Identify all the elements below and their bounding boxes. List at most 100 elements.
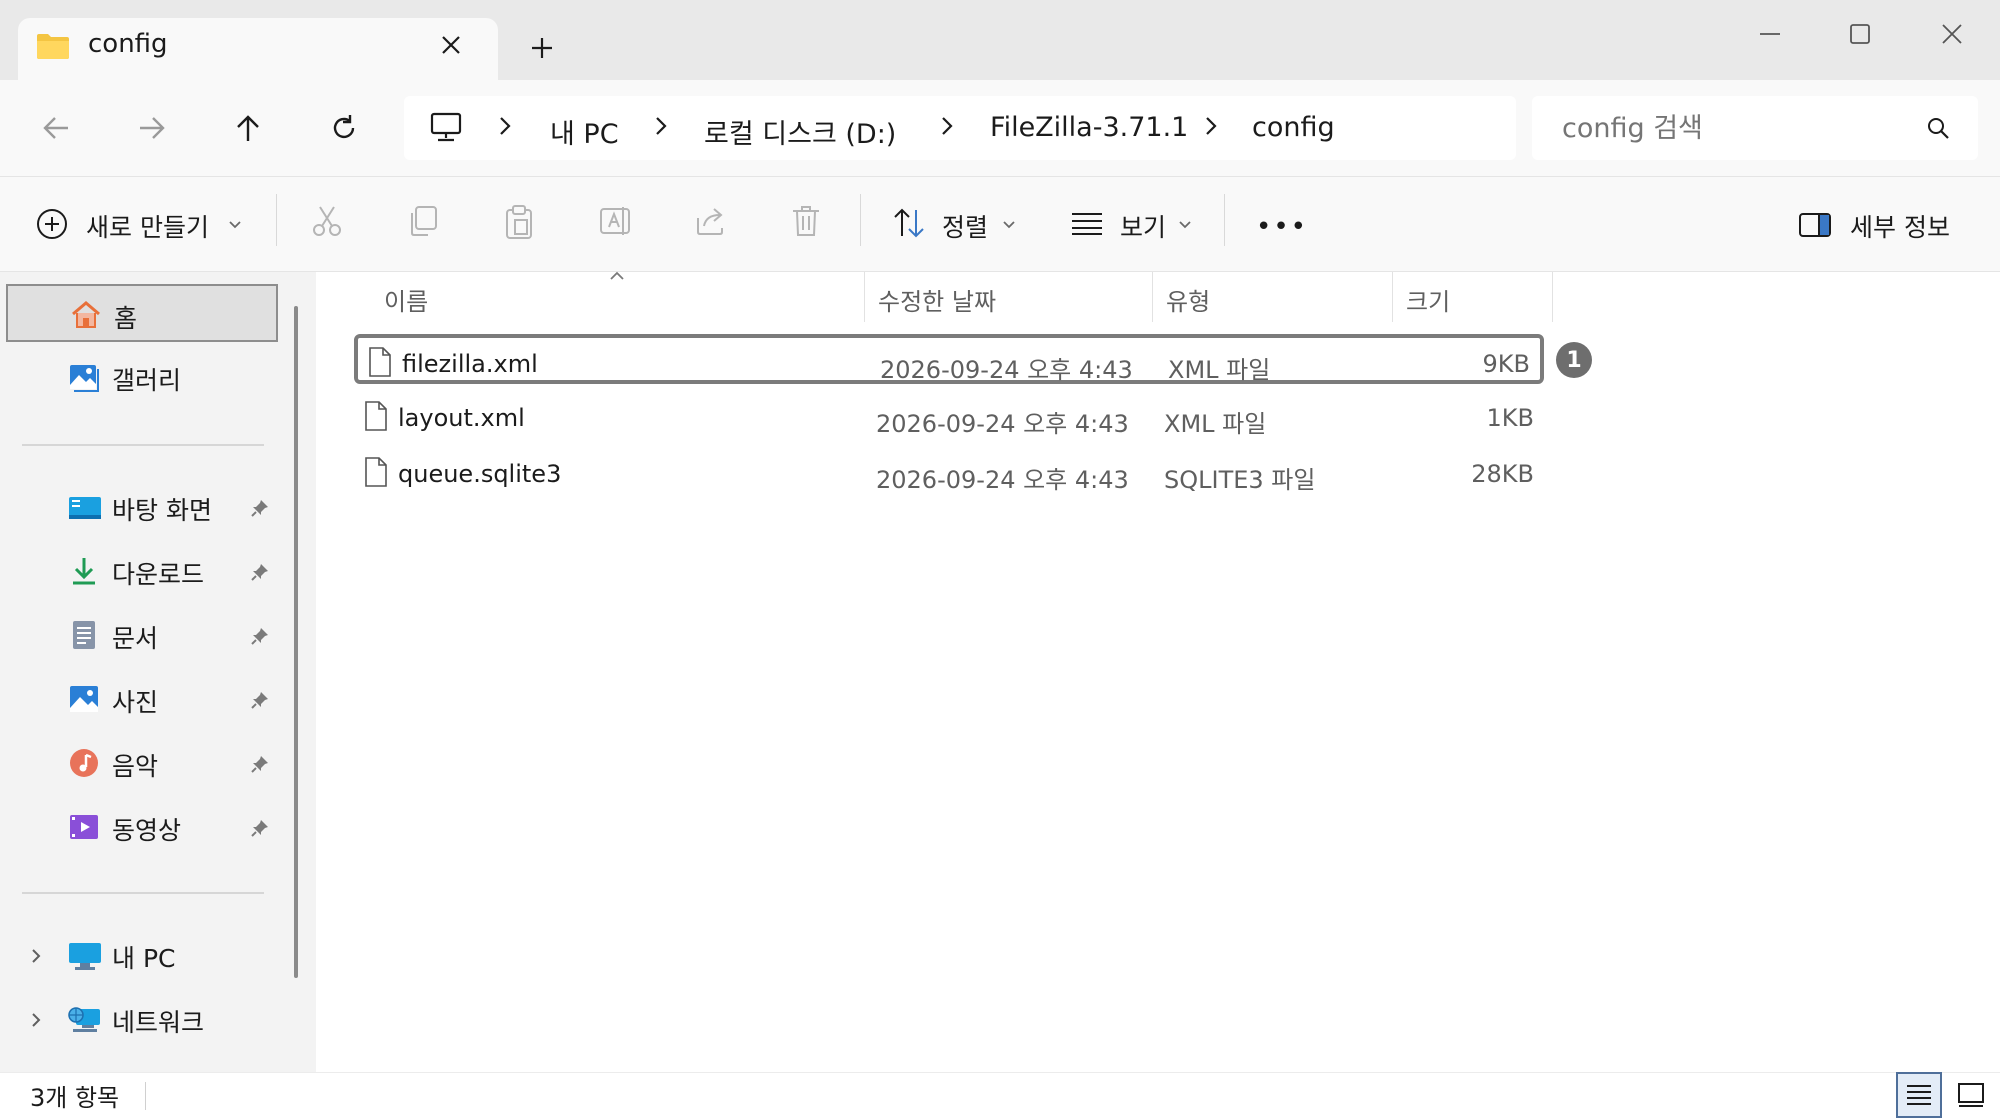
- more-options-button[interactable]: •••: [1256, 212, 1308, 242]
- sidebar-item-music[interactable]: 음악: [6, 734, 278, 792]
- sidebar-item-label: 네트워크: [112, 1008, 205, 1037]
- details-pane-icon: [1798, 212, 1832, 238]
- table-row[interactable]: queue.sqlite3 2026-09-24 오후 4:43 SQLITE3…: [354, 448, 1544, 498]
- details-pane-label: 세부 정보: [1850, 213, 1950, 242]
- trash-icon[interactable]: [790, 204, 822, 238]
- pc-icon: [68, 939, 101, 971]
- sidebar-item-videos[interactable]: 동영상: [6, 798, 278, 856]
- minimize-icon[interactable]: [1738, 14, 1802, 54]
- tiles-view-icon: [1957, 1082, 1985, 1108]
- pin-icon[interactable]: [250, 498, 270, 518]
- file-name: layout.xml: [398, 404, 525, 432]
- details-view-icon: [1905, 1083, 1933, 1107]
- sort-ascending-icon: [608, 270, 626, 282]
- refresh-icon[interactable]: [316, 104, 372, 152]
- window-close-icon[interactable]: [1920, 14, 1984, 54]
- sidebar-item-label: 사진: [112, 688, 159, 717]
- large-icons-view-button[interactable]: [1950, 1074, 1992, 1116]
- breadcrumb-config[interactable]: config: [1252, 112, 1335, 143]
- sidebar-item-home[interactable]: 홈: [6, 284, 278, 342]
- sidebar-item-downloads[interactable]: 다운로드: [6, 542, 278, 600]
- chevron-down-icon: [228, 220, 242, 230]
- column-divider[interactable]: [864, 272, 865, 322]
- arrow-up-icon[interactable]: [220, 104, 276, 152]
- sidebar-scrollbar[interactable]: [294, 306, 298, 978]
- pin-icon[interactable]: [250, 562, 270, 582]
- column-divider[interactable]: [1552, 272, 1553, 322]
- table-row[interactable]: layout.xml 2026-09-24 오후 4:43 XML 파일 1KB: [354, 392, 1544, 442]
- item-count: 3개 항목: [30, 1084, 120, 1112]
- file-icon: [368, 346, 392, 378]
- network-icon: [68, 1003, 100, 1035]
- chevron-down-icon: [1178, 220, 1192, 230]
- share-icon[interactable]: [694, 204, 728, 238]
- column-divider[interactable]: [1392, 272, 1393, 322]
- file-size: 9KB: [1482, 350, 1530, 378]
- rename-icon[interactable]: [598, 204, 632, 238]
- chevron-right-icon[interactable]: [1204, 114, 1218, 138]
- pin-icon[interactable]: [250, 818, 270, 838]
- column-header-size[interactable]: 크기: [1406, 282, 1450, 317]
- view-button-label: 보기: [1120, 213, 1167, 242]
- chevron-right-icon[interactable]: [30, 1012, 42, 1028]
- search-input[interactable]: [1562, 108, 1922, 148]
- sidebar-item-my-pc[interactable]: 내 PC: [6, 926, 278, 984]
- desktop-icon: [68, 491, 101, 523]
- sidebar-item-network[interactable]: 네트워크: [6, 990, 278, 1048]
- sidebar-item-label: 동영상: [112, 816, 182, 845]
- plus-icon[interactable]: [530, 36, 554, 60]
- toolbar-divider: [1224, 194, 1225, 246]
- sidebar-divider: [22, 444, 264, 446]
- sidebar-item-label: 홈: [114, 304, 138, 333]
- status-bar: [0, 1072, 2000, 1120]
- file-name: queue.sqlite3: [398, 460, 562, 488]
- download-icon: [68, 555, 100, 587]
- copy-icon[interactable]: [406, 204, 440, 238]
- file-icon: [364, 400, 388, 432]
- video-icon: [68, 811, 100, 843]
- computer-icon[interactable]: [430, 112, 462, 142]
- home-icon: [70, 299, 102, 331]
- maximize-icon[interactable]: [1828, 14, 1892, 54]
- column-header-type[interactable]: 유형: [1166, 282, 1210, 317]
- pin-icon[interactable]: [250, 690, 270, 710]
- chevron-right-icon[interactable]: [498, 114, 512, 138]
- chevron-right-icon[interactable]: [940, 114, 954, 138]
- details-view-button[interactable]: [1896, 1072, 1942, 1118]
- sidebar-item-documents[interactable]: 문서: [6, 606, 278, 664]
- sidebar-item-pictures[interactable]: 사진: [6, 670, 278, 728]
- arrow-right-icon[interactable]: [124, 104, 180, 152]
- pin-icon[interactable]: [250, 626, 270, 646]
- sidebar-item-desktop[interactable]: 바탕 화면: [6, 478, 278, 536]
- search-icon[interactable]: [1926, 116, 1950, 140]
- new-button-label: 새로 만들기: [86, 213, 209, 242]
- breadcrumb-local-disk[interactable]: 로컬 디스크 (D:): [704, 112, 896, 151]
- file-date: 2026-09-24 오후 4:43: [876, 466, 1129, 494]
- sidebar-item-gallery[interactable]: 갤러리: [6, 348, 278, 406]
- file-icon: [364, 456, 388, 488]
- column-header-name[interactable]: 이름: [384, 282, 428, 317]
- arrow-left-icon[interactable]: [28, 104, 84, 152]
- chevron-right-icon[interactable]: [654, 114, 668, 138]
- cut-icon[interactable]: [310, 204, 344, 238]
- toolbar-divider: [276, 194, 277, 246]
- sidebar-divider: [22, 892, 264, 894]
- breadcrumb-my-pc[interactable]: 내 PC: [550, 112, 619, 151]
- chevron-right-icon[interactable]: [30, 948, 42, 964]
- paste-icon[interactable]: [502, 204, 536, 240]
- command-bar: [0, 176, 2000, 272]
- file-date: 2026-09-24 오후 4:43: [880, 356, 1133, 384]
- column-header-date[interactable]: 수정한 날짜: [878, 282, 996, 317]
- sidebar-item-label: 다운로드: [112, 560, 205, 589]
- status-divider: [145, 1082, 146, 1110]
- gallery-icon: [68, 361, 100, 393]
- folder-icon: [36, 32, 70, 60]
- music-icon: [68, 747, 100, 779]
- tab-title: config: [88, 29, 168, 59]
- table-row[interactable]: filezilla.xml 2026-09-24 오후 4:43 XML 파일 …: [354, 334, 1544, 384]
- file-size: 1KB: [1486, 404, 1534, 432]
- pin-icon[interactable]: [250, 754, 270, 774]
- close-icon[interactable]: [440, 34, 462, 56]
- breadcrumb-filezilla[interactable]: FileZilla-3.71.1: [990, 112, 1188, 143]
- column-divider[interactable]: [1152, 272, 1153, 322]
